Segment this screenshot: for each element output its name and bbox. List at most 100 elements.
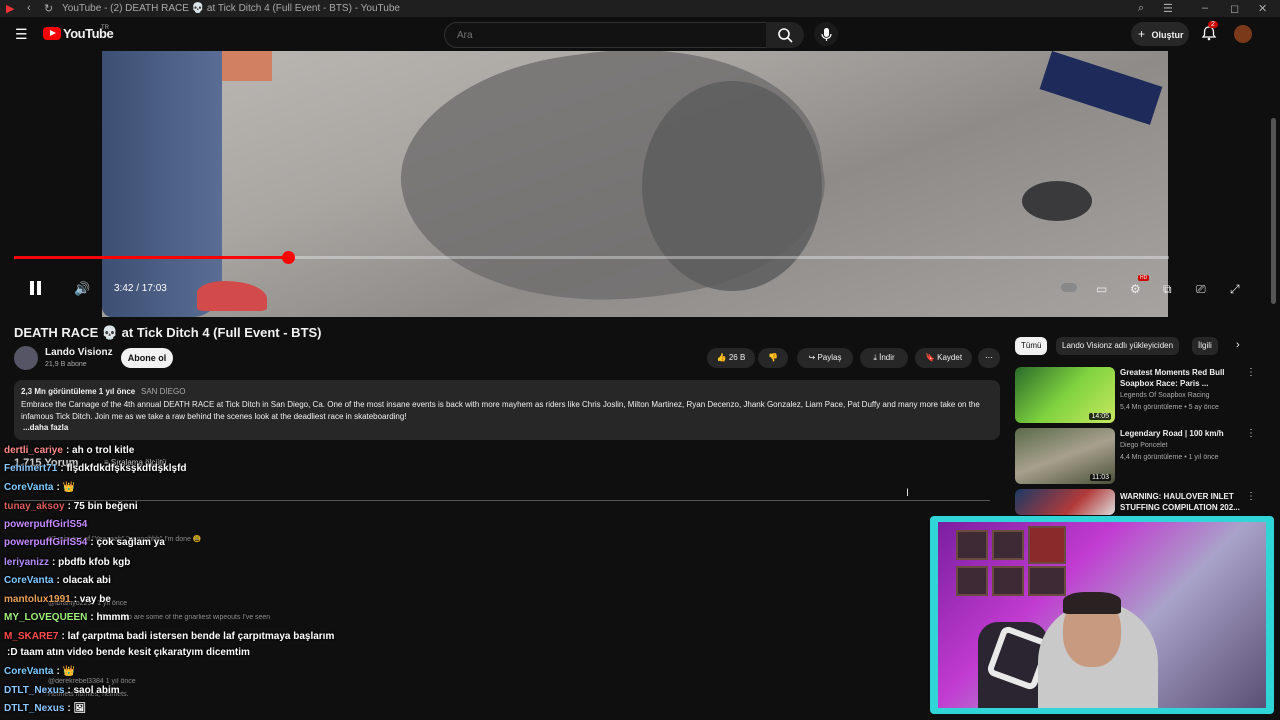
create-button[interactable]: + Oluştur [1131, 22, 1189, 46]
share-button[interactable]: ↪ Paylaş [797, 348, 853, 368]
maximize-icon[interactable]: ◻ [1230, 2, 1239, 15]
video-thumbnail[interactable] [1015, 489, 1115, 515]
back-icon[interactable]: ‹ [27, 2, 31, 14]
chat-message: mantolux1991: vay be [4, 594, 111, 605]
wall-frame [1028, 566, 1066, 596]
save-button[interactable]: 🔖 Kaydet [915, 348, 972, 368]
bookmark-icon: 🔖 [924, 353, 935, 362]
minimize-icon[interactable]: – [1202, 2, 1208, 14]
chat-message: DTLT_Nexus: 🖼 [4, 703, 86, 714]
description-text: Embrace the Carnage of the 4th annual DE… [21, 400, 980, 421]
like-button[interactable]: 👍 26 B [707, 348, 755, 368]
miniplayer-icon[interactable]: ⧉ [1163, 282, 1172, 297]
search-box[interactable] [444, 22, 768, 48]
chat-text: : 75 bin beğeni [67, 501, 138, 512]
chat-username: MY_LOVEQUEEN [4, 612, 88, 623]
chat-username: powerpuffGirlS54 [4, 537, 88, 548]
location-tag[interactable]: SAN DİEGO [141, 387, 185, 396]
chat-message: CoreVanta: olacak abi [4, 575, 111, 586]
video-player[interactable] [102, 51, 1168, 317]
zoom-icon[interactable]: ⌕ [1138, 2, 1144, 15]
menu-icon[interactable]: ☰ [1163, 2, 1173, 15]
view-stats: 2,3 Mn görüntüleme 1 yıl önce [21, 387, 136, 396]
recommended-title[interactable]: WARNING: HAULOVER INLET STUFFING COMPILA… [1120, 491, 1242, 513]
video-frame-skateboard [1039, 51, 1163, 125]
video-frame-shoe [197, 281, 267, 311]
like-count: 26 B [728, 353, 746, 362]
chat-message: leriyanizz: pbdfb kfob kgb [4, 557, 130, 568]
notification-badge: 2 [1208, 21, 1218, 28]
video-thumbnail[interactable]: 11:03 [1015, 428, 1115, 484]
save-label: Kaydet [937, 353, 963, 362]
channel-avatar[interactable] [14, 346, 38, 370]
search-input[interactable] [455, 29, 739, 42]
close-icon[interactable]: ✕ [1258, 2, 1267, 15]
chat-text: : hmmm [90, 612, 130, 623]
pause-button[interactable] [28, 280, 44, 296]
youtube-logo-icon[interactable] [43, 27, 61, 40]
channel-name[interactable]: Lando Visionz [45, 347, 113, 358]
video-frame-shadow-head [642, 81, 822, 291]
chat-message: :D taam atın video bende kesit çıkaratyı… [4, 647, 250, 658]
subscribe-button[interactable]: Abone ol [121, 348, 173, 368]
chat-text: : olacak abi [56, 575, 111, 586]
thumbs-up-icon: 👍 [716, 353, 727, 362]
streamer-webcam [930, 516, 1274, 714]
dislike-button[interactable]: 👎 [758, 348, 788, 368]
video-duration: 11:03 [1090, 474, 1111, 481]
chat-username: CoreVanta [4, 482, 54, 493]
chat-message: MY_LOVEQUEEN: hmmm [4, 612, 129, 623]
chat-message: Fehimert71: flşdkfdkdfşksşkdfdşklşfd [4, 463, 187, 474]
chat-text: : çok sağlam ya [90, 537, 165, 548]
chat-username: CoreVanta [4, 666, 54, 677]
youtube-favicon-icon: ▶ [6, 3, 15, 15]
wall-frame [956, 566, 988, 596]
voice-search-button[interactable] [814, 22, 838, 46]
subtitles-icon[interactable]: ▭ [1096, 282, 1107, 296]
time-display: 3:42 / 17:03 [114, 283, 167, 294]
chip-all[interactable]: Tümü [1015, 337, 1048, 355]
chat-text: : laf çarpıtma badi istersen bende laf ç… [61, 631, 335, 642]
recommended-title[interactable]: Legendary Road | 100 km/h [1120, 428, 1242, 439]
more-actions-button[interactable]: ⋯ [978, 348, 1000, 368]
notifications-button[interactable]: 2 [1200, 21, 1218, 42]
progress-bar-played [14, 256, 288, 259]
chat-username: tunay_aksoy [4, 501, 65, 512]
show-more-link[interactable]: ...daha fazla [23, 423, 68, 432]
cast-icon[interactable]: ⎚ [1196, 282, 1206, 297]
recommended-video[interactable]: 14:05 Greatest Moments Red Bull Soapbox … [1015, 367, 1256, 423]
fullscreen-icon[interactable]: ⤢ [1230, 282, 1240, 297]
chat-username: M_SKARE7 [4, 631, 59, 642]
chat-username: Fehimert71 [4, 463, 58, 474]
recommended-channel[interactable]: Diego Poncelet [1120, 442, 1167, 449]
download-button[interactable]: ⤓ İndir [860, 348, 908, 368]
chat-username: DTLT_Nexus [4, 703, 65, 714]
stream-chat-overlay: dertli_cariye: ah o trol kitle Fehimert7… [0, 442, 520, 720]
recommended-video[interactable]: 11:03 Legendary Road | 100 km/h Diego Po… [1015, 428, 1256, 484]
recommended-video[interactable]: WARNING: HAULOVER INLET STUFFING COMPILA… [1015, 489, 1255, 515]
more-vert-icon[interactable]: ⋮ [1246, 491, 1255, 502]
progress-scrubber-handle[interactable] [281, 251, 295, 264]
hd-badge: HD [1138, 275, 1150, 281]
chip-from-uploader[interactable]: Lando Visionz adlı yükleyiciden [1056, 337, 1180, 355]
page-scrollbar-thumb[interactable] [1271, 118, 1276, 304]
chip-related[interactable]: İlgili [1192, 337, 1218, 355]
chevron-right-icon[interactable]: › [1236, 339, 1240, 351]
more-vert-icon[interactable]: ⋮ [1246, 367, 1256, 378]
microphone-icon [821, 28, 832, 41]
recommended-channel[interactable]: Legends Of Soapbox Racing [1120, 392, 1210, 399]
hamburger-menu-icon[interactable]: ☰ [15, 26, 28, 43]
chat-text: :D taam atın video bende kesit çıkaratyı… [7, 647, 250, 658]
recommended-title[interactable]: Greatest Moments Red Bull Soapbox Race: … [1120, 367, 1242, 389]
reload-icon[interactable]: ↻ [44, 2, 53, 15]
more-vert-icon[interactable]: ⋮ [1246, 428, 1256, 439]
account-avatar[interactable] [1234, 25, 1252, 43]
settings-gear-icon[interactable]: ⚙ [1130, 282, 1141, 296]
video-thumbnail[interactable]: 14:05 [1015, 367, 1115, 423]
autoplay-toggle[interactable] [1061, 283, 1077, 292]
chat-username: powerpuffGirlS54 [4, 519, 88, 530]
search-button[interactable] [766, 22, 804, 48]
description-box[interactable]: 2,3 Mn görüntüleme 1 yıl önce SAN DİEGO … [14, 380, 1000, 440]
volume-icon[interactable]: 🔊 [74, 281, 90, 297]
chat-text: : ah o trol kitle [65, 445, 135, 456]
